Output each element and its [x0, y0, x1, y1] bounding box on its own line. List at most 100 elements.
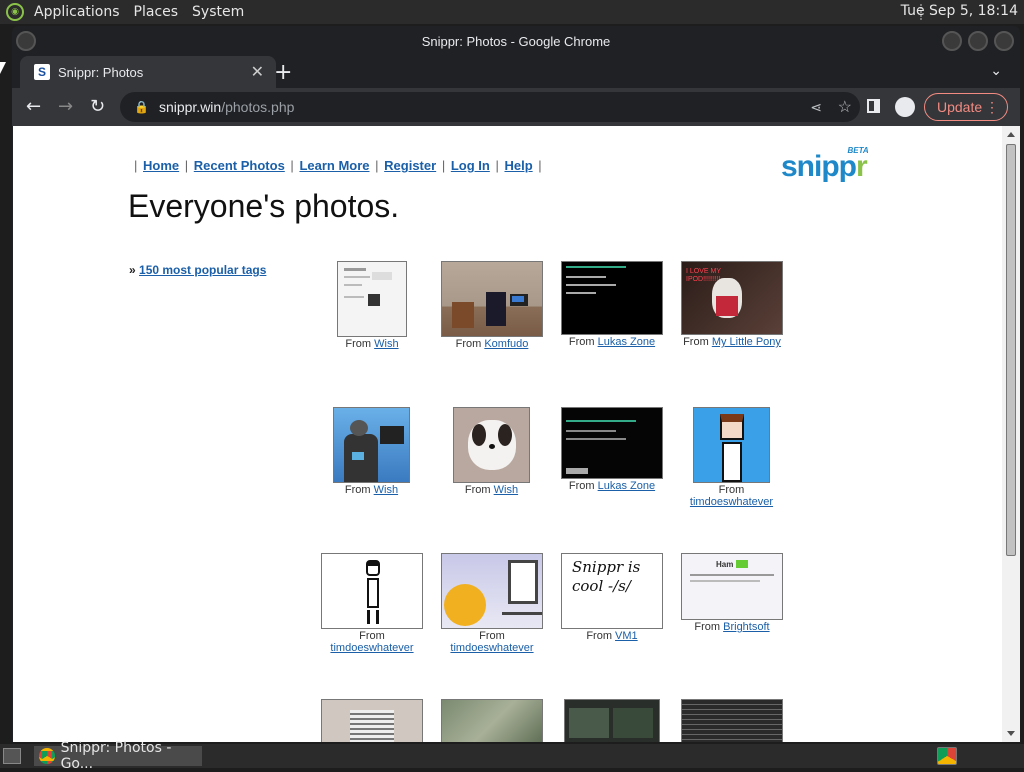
photo-thumbnail[interactable]: Ham [681, 553, 783, 620]
menu-applications[interactable]: Applications [34, 4, 120, 20]
nav-home[interactable]: Home [143, 158, 179, 173]
photo-item[interactable]: Snippr is cool -/s/ From VM1 [561, 553, 663, 643]
tab-strip: S Snippr: Photos ✕ + ⌄ [12, 56, 1020, 88]
photo-item[interactable]: Ham From Brightsoft [681, 553, 783, 643]
window-menu-button[interactable] [16, 31, 36, 51]
tray-chrome-icon[interactable] [937, 747, 957, 765]
tags-bullet: » [129, 263, 136, 277]
address-bar[interactable]: 🔒 snippr.win/photos.php ⋖ ☆ [120, 92, 860, 122]
photo-item[interactable] [321, 699, 423, 742]
window-titlebar[interactable]: Snippr: Photos - Google Chrome [12, 26, 1020, 56]
photo-thumbnail[interactable] [321, 699, 423, 742]
minimize-button[interactable] [942, 31, 962, 51]
tab-snippr-photos[interactable]: S Snippr: Photos ✕ [20, 56, 276, 88]
back-arrow-icon[interactable]: ← [26, 96, 41, 117]
from-label: From [694, 621, 721, 633]
maximize-button[interactable] [968, 31, 988, 51]
scroll-down-arrow-icon[interactable] [1007, 731, 1015, 736]
photo-thumbnail[interactable] [453, 407, 530, 483]
photo-item[interactable]: I LOVE MY IPOD!!!!!!!!! From My Little P… [681, 261, 783, 351]
clock[interactable]: Tue Sep 5, 18:14 [901, 3, 1018, 19]
top-panel: ◉ Applications Places System Tue Sep 5, … [0, 0, 1024, 24]
photo-source-link[interactable]: Brightsoft [723, 621, 769, 633]
scroll-up-arrow-icon[interactable] [1007, 132, 1015, 137]
photo-item[interactable]: From timdoeswhatever [690, 407, 773, 512]
photo-source-link[interactable]: timdoeswhatever [690, 496, 773, 508]
photo-thumbnail[interactable] [441, 553, 543, 629]
profile-avatar-icon[interactable] [895, 97, 915, 117]
new-tab-icon[interactable]: + [274, 60, 292, 85]
update-button[interactable]: Update ⋮ [924, 93, 1008, 121]
lock-icon[interactable]: 🔒 [134, 100, 149, 114]
photo-item[interactable] [681, 699, 783, 742]
from-label: From [345, 338, 372, 350]
photo-thumbnail[interactable]: Snippr is cool -/s/ [561, 553, 663, 629]
share-icon[interactable]: ⋖ [810, 99, 822, 116]
scrollbar-thumb[interactable] [1006, 144, 1016, 556]
snippr-logo[interactable]: snippr BETA [781, 146, 869, 184]
reload-icon[interactable]: ↻ [90, 96, 105, 117]
photo-caption: From My Little Pony [661, 336, 803, 348]
menu-places[interactable]: Places [134, 4, 179, 20]
photo-source-link[interactable]: timdoeswhatever [450, 642, 533, 654]
photo-source-link[interactable]: VM1 [615, 630, 638, 642]
photo-source-link[interactable]: My Little Pony [712, 336, 781, 348]
photo-item[interactable]: From Wish [337, 261, 407, 351]
side-panel-icon[interactable] [867, 99, 880, 113]
menu-system[interactable]: System [192, 4, 244, 20]
show-desktop-icon[interactable] [3, 748, 21, 764]
distro-logo-icon[interactable]: ◉ [6, 3, 24, 21]
photo-thumbnail[interactable] [681, 699, 783, 742]
nav-log-in[interactable]: Log In [451, 158, 490, 173]
photo-source-link[interactable]: Wish [374, 484, 398, 496]
forward-arrow-icon[interactable]: → [58, 96, 73, 117]
photo-thumbnail[interactable] [337, 261, 407, 337]
nav-help[interactable]: Help [504, 158, 532, 173]
photo-thumbnail[interactable] [441, 699, 543, 742]
photo-item[interactable]: From Lukas Zone [561, 261, 663, 351]
update-label: Update [937, 99, 983, 115]
nav-register[interactable]: Register [384, 158, 436, 173]
photo-overlay-text: Ham [716, 560, 734, 569]
photo-overlay-text: Snippr is cool -/s/ [572, 558, 641, 595]
photo-item[interactable] [441, 699, 543, 742]
close-window-button[interactable] [994, 31, 1014, 51]
photo-item[interactable]: From timdoeswhatever [321, 553, 423, 658]
photo-thumbnail[interactable]: I LOVE MY IPOD!!!!!!!!! [681, 261, 783, 335]
photo-caption: From timdoeswhatever [673, 484, 790, 508]
photo-source-link[interactable]: Wish [494, 484, 518, 496]
snippr-favicon-icon: S [34, 64, 50, 80]
taskbar-chrome-task[interactable]: Snippr: Photos - Go... [34, 740, 202, 772]
nav-recent-photos[interactable]: Recent Photos [194, 158, 285, 173]
photo-item[interactable]: From Komfudo [441, 261, 543, 351]
popular-tags-link[interactable]: 150 most popular tags [139, 263, 266, 277]
from-label: From [586, 630, 612, 642]
photo-item[interactable]: From Wish [333, 407, 410, 497]
photo-thumbnail[interactable] [561, 261, 663, 335]
close-tab-icon[interactable]: ✕ [251, 62, 264, 82]
photo-source-link[interactable]: Komfudo [484, 338, 528, 350]
photo-item[interactable]: From Lukas Zone [561, 407, 663, 497]
photo-thumbnail[interactable] [564, 699, 660, 742]
bookmark-star-icon[interactable]: ☆ [838, 97, 852, 117]
photo-thumbnail[interactable] [441, 261, 543, 337]
tab-search-chevron-icon[interactable]: ⌄ [990, 63, 1002, 79]
photo-thumbnail[interactable] [561, 407, 663, 479]
url-host: snippr.win [158, 99, 222, 115]
nav-learn-more[interactable]: Learn More [299, 158, 369, 173]
photo-thumbnail[interactable] [321, 553, 423, 629]
beta-badge: BETA [847, 146, 869, 155]
photo-thumbnail[interactable] [693, 407, 770, 483]
photo-item[interactable] [564, 699, 660, 742]
from-label: From [568, 336, 595, 348]
photo-item[interactable]: From Wish [453, 407, 530, 497]
more-options-icon[interactable]: ⋮ [985, 99, 999, 116]
photo-source-link[interactable]: Lukas Zone [598, 336, 655, 348]
photo-source-link[interactable]: timdoeswhatever [330, 642, 413, 654]
photo-caption: From Lukas Zone [541, 480, 683, 492]
photo-item[interactable]: From timdoeswhatever [441, 553, 543, 658]
photo-thumbnail[interactable] [333, 407, 410, 483]
photo-source-link[interactable]: Lukas Zone [598, 480, 655, 492]
page-scrollbar[interactable] [1002, 126, 1020, 742]
photo-source-link[interactable]: Wish [374, 338, 398, 350]
